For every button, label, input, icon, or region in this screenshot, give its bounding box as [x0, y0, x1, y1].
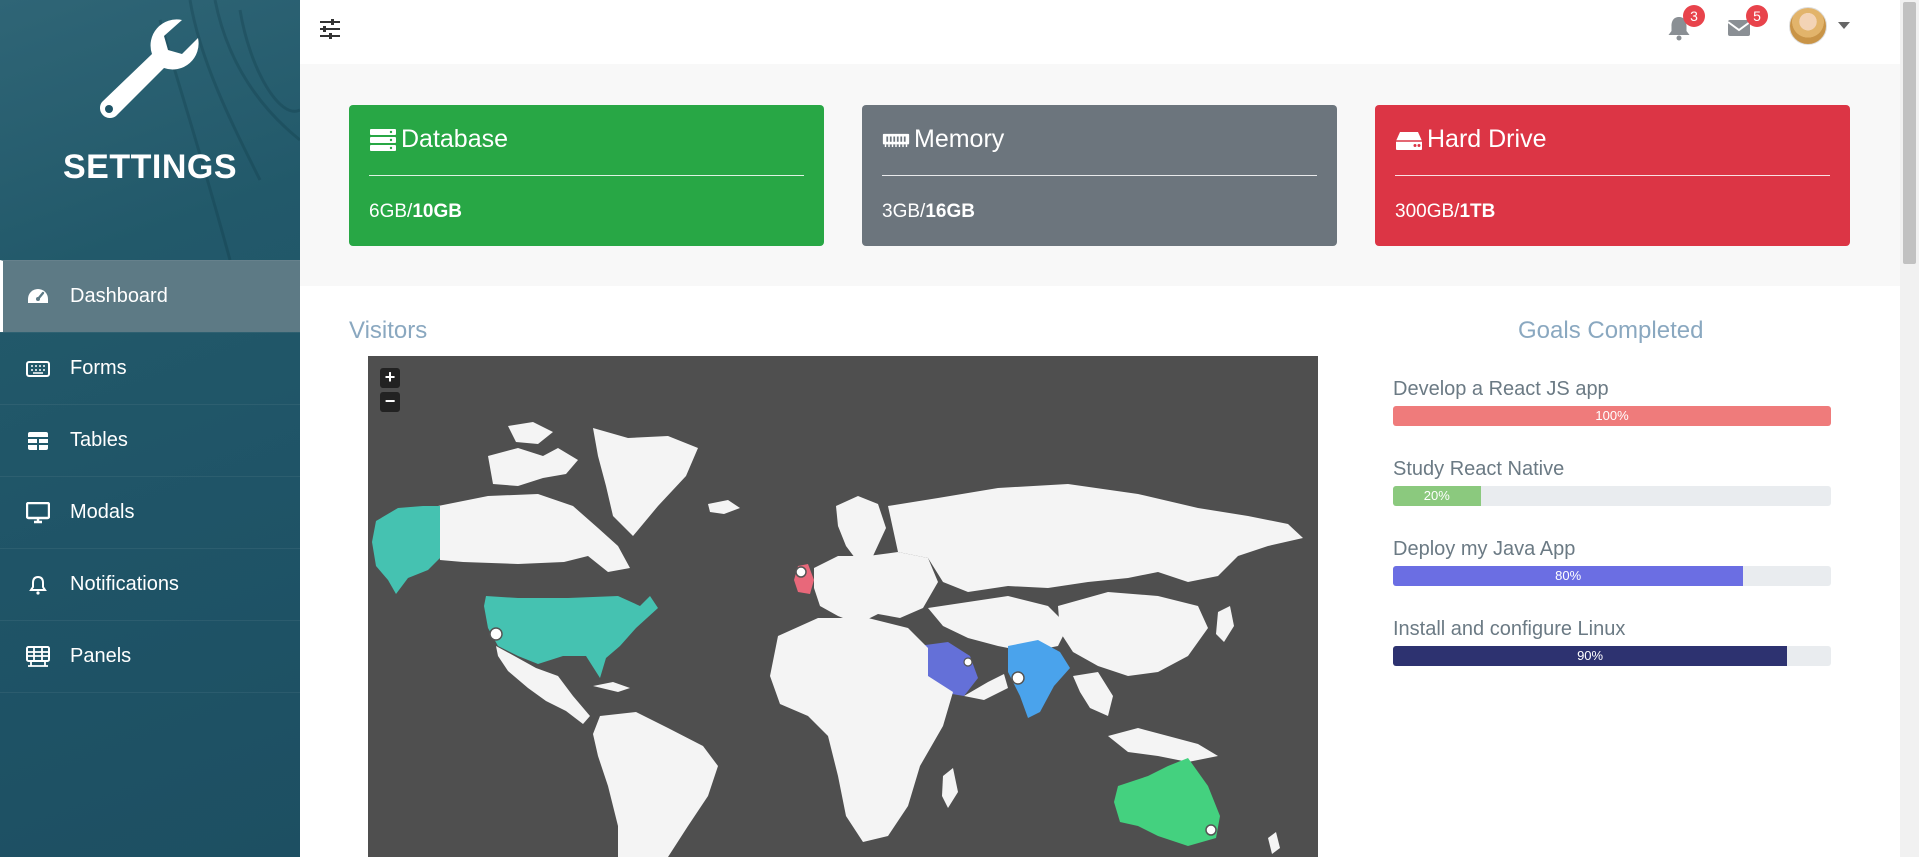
goal-progress-bar: 20% [1393, 486, 1831, 506]
sidebar-item-label: Modals [70, 501, 135, 523]
sidebar-item-notifications[interactable]: Notifications [0, 548, 300, 620]
map-region-greenland [593, 428, 698, 536]
app-title: SETTINGS [62, 148, 238, 186]
map-region-europe [814, 552, 938, 624]
goal-label: Deploy my Java App [1393, 538, 1576, 560]
keyboard-icon [24, 355, 52, 383]
visitors-title: Visitors [349, 317, 428, 344]
sidebar-item-label: Notifications [70, 573, 179, 595]
grid-panel-icon [24, 643, 52, 671]
world-map-svg [372, 422, 1303, 857]
user-avatar[interactable] [1789, 7, 1827, 45]
card-divider [1395, 175, 1830, 176]
map-region-africa [770, 618, 953, 842]
sidebar-item-label: Dashboard [70, 285, 168, 307]
map-marker-saudi-arabia [963, 657, 973, 667]
notifications-badge: 3 [1683, 5, 1705, 27]
goal-progress-fill: 20% [1393, 486, 1481, 506]
map-region-alaska [372, 506, 440, 594]
sidebar-item-panels[interactable]: Panels [0, 620, 300, 692]
goal-label: Develop a React JS app [1393, 378, 1609, 400]
memory-card: Memory 3GB/16GB [862, 105, 1337, 246]
card-value: 300GB/1TB [1395, 201, 1496, 222]
goal-progress-bar: 100% [1393, 406, 1831, 426]
hard-drive-icon [1396, 131, 1422, 150]
sidebar-item-modals[interactable]: Modals [0, 476, 300, 548]
card-value: 3GB/16GB [882, 201, 975, 222]
scrollbar-thumb[interactable] [1903, 2, 1916, 264]
map-marker-india [1011, 671, 1025, 685]
map-region-australia [1114, 758, 1220, 846]
zoom-in-button[interactable]: + [380, 368, 400, 388]
monitor-icon [24, 499, 52, 527]
sidebar-item-dashboard[interactable]: Dashboard [0, 260, 300, 332]
sidebar-item-label: Forms [70, 357, 127, 379]
page-scrollbar[interactable] [1900, 0, 1919, 857]
stats-section: Database 6GB/10GB Memory 3GB/16GB Hard D… [300, 64, 1900, 286]
map-marker-australia [1205, 824, 1217, 836]
wrench-icon [100, 19, 199, 118]
hard-drive-card: Hard Drive 300GB/1TB [1375, 105, 1850, 246]
card-divider [882, 175, 1317, 176]
card-value: 6GB/10GB [369, 201, 462, 222]
server-icon [370, 128, 396, 151]
goal-progress-bar: 90% [1393, 646, 1831, 666]
card-divider [369, 175, 804, 176]
card-title: Hard Drive [1427, 125, 1547, 153]
bell-icon [24, 571, 52, 599]
top-navbar: 3 5 [300, 0, 1900, 64]
card-title: Database [401, 125, 509, 153]
sidebar-item-label: Panels [70, 645, 132, 667]
goal-progress-fill: 90% [1393, 646, 1788, 666]
messages-badge: 5 [1746, 5, 1768, 27]
sidebar-nav: Dashboard Forms Tables Modals Notificati… [0, 260, 300, 693]
goals-title: Goals Completed [1518, 317, 1704, 344]
sidebar-item-forms[interactable]: Forms [0, 332, 300, 404]
world-map[interactable]: + − [368, 356, 1318, 857]
database-card: Database 6GB/10GB [349, 105, 824, 246]
goal-label: Install and configure Linux [1393, 618, 1626, 640]
map-marker-usa [489, 627, 503, 641]
map-marker-uk [795, 566, 807, 578]
map-region-arctic-islands [488, 448, 578, 486]
map-region-canada [438, 494, 630, 572]
goal-progress-fill: 100% [1393, 406, 1831, 426]
map-region-russia [888, 484, 1303, 592]
goal-progress-bar: 80% [1393, 566, 1831, 586]
memory-icon [882, 133, 910, 147]
logo: SETTINGS [0, 0, 300, 260]
goal-label: Study React Native [1393, 458, 1565, 480]
speedometer-icon [24, 283, 52, 311]
goal-progress-fill: 80% [1393, 566, 1744, 586]
sidebar-item-label: Tables [70, 429, 128, 451]
map-region-china [1058, 592, 1208, 676]
zoom-out-button[interactable]: − [380, 392, 400, 412]
sidebar-item-tables[interactable]: Tables [0, 404, 300, 476]
table-icon [24, 427, 52, 455]
card-title: Memory [914, 125, 1005, 153]
chevron-down-icon[interactable] [1838, 22, 1850, 29]
sliders-icon[interactable] [318, 18, 342, 40]
sidebar: SETTINGS Dashboard Forms Tables Modals N… [0, 0, 300, 857]
map-region-south-america [593, 712, 718, 857]
